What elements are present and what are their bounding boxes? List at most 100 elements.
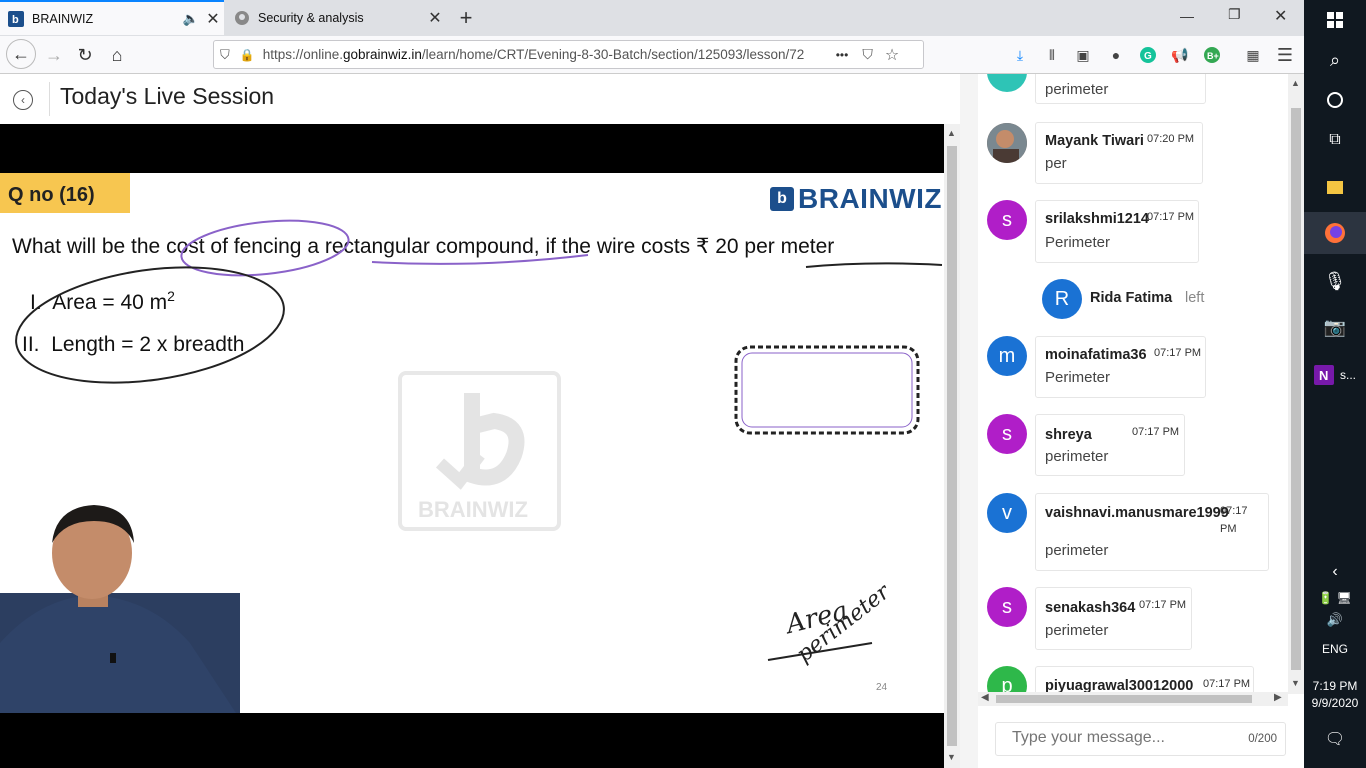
reload-icon[interactable]: ↻ [71, 41, 99, 69]
chat-message: m moinafatima36 07:17 PM Perimeter [978, 336, 1288, 398]
close-window-icon[interactable]: ✕ [1274, 6, 1287, 26]
avatar: p [987, 666, 1027, 692]
chat-message-input[interactable] [1012, 723, 1252, 753]
account-icon[interactable]: ● [1106, 45, 1126, 65]
scroll-down-icon[interactable]: ▼ [947, 752, 956, 762]
chat-message: p piyuagrawal30012000 07:17 PM [978, 666, 1288, 692]
file-explorer-icon[interactable] [1304, 170, 1366, 204]
watermark-text: BRAINWIZ [418, 497, 528, 522]
chat-system-event: R Rida Fatima left [978, 279, 1288, 319]
back-circle-icon[interactable]: ‹ [13, 90, 33, 110]
event-action: left [1185, 290, 1205, 306]
close-tab-icon[interactable]: ✕ [202, 9, 224, 29]
page-scrollbar[interactable]: ▲ ▼ [944, 124, 960, 768]
chat-gutter [960, 74, 978, 768]
windows-start-icon[interactable] [1304, 6, 1366, 34]
page-actions-icon[interactable]: ••• [836, 48, 849, 62]
restore-icon[interactable]: ❐ [1228, 6, 1241, 23]
brainwiz-watermark: BRAINWIZ [398, 371, 561, 531]
tab-brainwiz[interactable]: b BRAINWIZ 🔈 ✕ [0, 0, 224, 35]
task-view-icon[interactable]: ⧉ [1304, 126, 1366, 154]
avatar [987, 123, 1027, 163]
menu-icon[interactable]: ☰ [1275, 45, 1295, 65]
message-bubble: moinafatima36 07:17 PM Perimeter [1035, 336, 1206, 398]
chat-scrollbar-thumb[interactable] [1291, 108, 1301, 670]
live-video-player[interactable]: Q no (16) b BRAINWIZ What will be the co… [0, 124, 944, 768]
chat-scrollbar[interactable]: ▲ ▼ [1288, 74, 1304, 694]
slide-page-number: 24 [876, 682, 888, 693]
chat-input-box[interactable]: 0/200 [995, 722, 1286, 756]
message-username: srilakshmi1214 [1045, 211, 1149, 227]
browser-tab-bar: b BRAINWIZ 🔈 ✕ Security & analysis ✕ + —… [0, 0, 1304, 36]
message-username: piyuagrawal30012000 [1045, 678, 1194, 692]
message-time: 07:17 [1220, 505, 1248, 517]
notification-center-icon[interactable]: 🗨 [1304, 728, 1366, 750]
megaphone-icon[interactable]: 📢 [1170, 45, 1190, 65]
onenote-taskbar-item[interactable]: N s... [1304, 358, 1366, 392]
pocket-icon[interactable]: ⛉ [862, 46, 873, 63]
extensions-icon[interactable]: ▦ [1243, 45, 1263, 65]
chat-scroll-up-icon[interactable]: ▲ [1291, 78, 1300, 88]
message-text: perimeter [1045, 542, 1109, 559]
tab-security-analysis[interactable]: Security & analysis ✕ [226, 0, 446, 35]
message-bubble: shreya 07:17 PM perimeter [1035, 414, 1185, 476]
chat-horizontal-scrollbar[interactable]: ◀ ▶ [978, 692, 1288, 706]
battery-network-icon[interactable]: 🔋 🖥 [1304, 588, 1366, 608]
clock-time[interactable]: 7:19 PM [1304, 678, 1366, 694]
svg-text:N: N [1319, 368, 1328, 383]
extension-b-icon[interactable]: B+ [1202, 45, 1222, 65]
message-text: Perimeter [1045, 234, 1111, 251]
volume-icon[interactable]: 🔊 [1304, 610, 1366, 630]
search-icon[interactable]: ⌕ [1304, 46, 1366, 74]
chat-scroll-down-icon[interactable]: ▼ [1291, 678, 1300, 688]
avatar: s [987, 587, 1027, 627]
camera-icon[interactable]: 📷 [1304, 310, 1366, 344]
chat-message: s senakash364 07:17 PM perimeter [978, 587, 1288, 650]
grammarly-icon[interactable]: G [1138, 45, 1158, 65]
voice-recorder-icon[interactable]: 🎙 [1304, 264, 1366, 298]
back-arrow-icon[interactable]: ← [6, 39, 36, 69]
scroll-left-icon[interactable]: ◀ [981, 692, 989, 703]
forward-arrow-icon[interactable]: → [40, 41, 68, 69]
header-divider [49, 82, 50, 116]
cortana-icon[interactable] [1304, 86, 1366, 114]
onenote-icon: N [1313, 365, 1334, 385]
page-scrollbar-thumb[interactable] [947, 146, 957, 746]
new-tab-button[interactable]: + [452, 4, 480, 32]
shield-icon[interactable]: ⛉ [220, 47, 230, 63]
message-bubble: srilakshmi1214 07:17 PM Perimeter [1035, 200, 1199, 263]
reader-sidebar-icon[interactable]: ▣ [1073, 45, 1093, 65]
home-icon[interactable]: ⌂ [103, 41, 131, 69]
windows-taskbar: ⌕ ⧉ 🎙 📷 N s... ‹ 🔋 🖥 🔊 ENG 7:19 PM 9/9/2… [1304, 0, 1366, 768]
close-tab-icon[interactable]: ✕ [424, 8, 446, 28]
message-text: per [1045, 155, 1067, 172]
chat-message: perimeter [978, 74, 1288, 104]
firefox-taskbar-icon[interactable] [1304, 212, 1366, 254]
show-hidden-icons-chevron[interactable]: ‹ [1304, 560, 1366, 584]
url-text[interactable]: https://online.gobrainwiz.in/learn/home/… [263, 47, 828, 62]
avatar: s [987, 414, 1027, 454]
library-icon[interactable]: ⫴ [1042, 45, 1062, 65]
message-time-suffix: PM [1220, 523, 1237, 535]
chat-hscrollbar-thumb[interactable] [996, 695, 1252, 703]
avatar: m [987, 336, 1027, 376]
message-username: Mayank Tiwari [1045, 133, 1144, 149]
avatar: v [987, 493, 1027, 533]
minimize-icon[interactable]: — [1180, 8, 1194, 24]
scroll-up-icon[interactable]: ▲ [947, 128, 956, 138]
page-header: ‹ Today's Live Session [0, 74, 960, 124]
bookmark-star-icon[interactable]: ☆ [885, 45, 899, 65]
lock-icon: 🔒 [239, 47, 255, 62]
language-indicator[interactable]: ENG [1304, 640, 1366, 658]
scroll-right-icon[interactable]: ▶ [1274, 692, 1282, 703]
message-time: 07:17 PM [1203, 678, 1251, 690]
message-time: 07:17 PM [1147, 211, 1195, 223]
message-username: moinafatima36 [1045, 347, 1147, 363]
url-bar[interactable]: ⛉ 🔒 https://online.gobrainwiz.in/learn/h… [213, 40, 924, 69]
svg-text:b: b [12, 14, 19, 26]
clock-date[interactable]: 9/9/2020 [1304, 695, 1366, 711]
message-bubble: piyuagrawal30012000 07:17 PM [1035, 666, 1254, 692]
speaker-icon[interactable]: 🔈 [180, 11, 202, 27]
download-icon[interactable]: ⤓ [1010, 45, 1030, 65]
message-text: Perimeter [1045, 369, 1111, 386]
